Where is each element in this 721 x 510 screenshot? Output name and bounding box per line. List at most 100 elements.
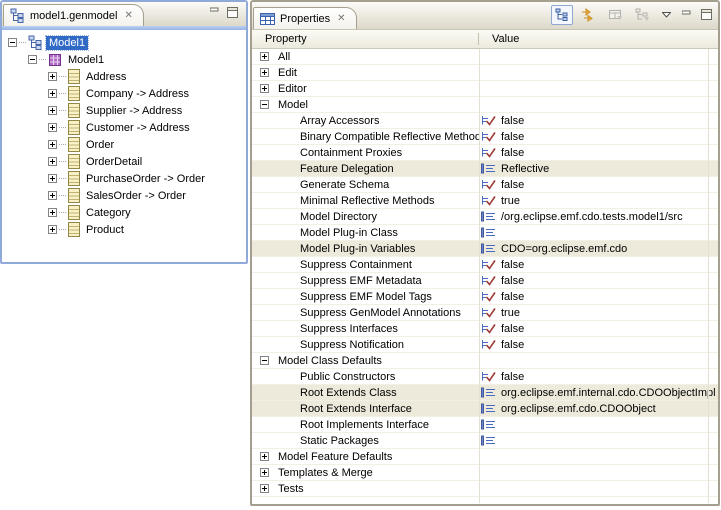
value-cell[interactable] <box>479 419 718 430</box>
property-cell[interactable]: Suppress Interfaces <box>252 323 479 335</box>
table-row[interactable]: Array Accessorsfalse <box>252 113 718 129</box>
value-cell[interactable]: CDO=org.eclipse.emf.cdo <box>479 243 718 255</box>
close-icon[interactable]: ✕ <box>122 10 133 21</box>
view-menu-icon[interactable] <box>659 5 674 25</box>
value-cell[interactable]: false <box>479 339 718 351</box>
maximize-icon[interactable] <box>227 7 238 18</box>
property-cell[interactable]: Root Implements Interface <box>252 419 479 431</box>
property-cell[interactable]: Suppress EMF Metadata <box>252 275 479 287</box>
property-cell[interactable]: Model <box>252 99 479 111</box>
value-cell[interactable] <box>479 227 718 238</box>
table-row[interactable]: Suppress GenModel Annotationstrue <box>252 305 718 321</box>
column-header-value[interactable]: Value <box>479 33 519 45</box>
property-cell[interactable]: Generate Schema <box>252 179 479 191</box>
expand-icon[interactable] <box>48 106 57 115</box>
value-cell[interactable]: false <box>479 131 718 143</box>
property-cell[interactable]: Public Constructors <box>252 371 479 383</box>
property-cell[interactable]: Suppress GenModel Annotations <box>252 307 479 319</box>
property-cell[interactable]: Containment Proxies <box>252 147 479 159</box>
tree-item[interactable]: SalesOrder -> Order <box>2 187 246 204</box>
expand-icon[interactable] <box>260 484 269 493</box>
value-cell[interactable]: true <box>479 307 718 319</box>
property-cell[interactable]: Root Extends Interface <box>252 403 479 415</box>
tree-item[interactable]: Model1 <box>2 34 246 51</box>
minimize-icon[interactable] <box>210 7 220 18</box>
property-cell[interactable]: Model Plug-in Class <box>252 227 479 239</box>
value-cell[interactable]: false <box>479 275 718 287</box>
tree-item[interactable]: Category <box>2 204 246 221</box>
table-row[interactable]: Suppress Containmentfalse <box>252 257 718 273</box>
maximize-icon[interactable] <box>699 5 714 25</box>
expand-icon[interactable] <box>260 468 269 477</box>
value-cell[interactable]: false <box>479 323 718 335</box>
value-cell[interactable]: true <box>479 195 718 207</box>
value-cell[interactable]: Reflective <box>479 163 718 175</box>
column-header-property[interactable]: Property <box>252 33 479 45</box>
expand-icon[interactable] <box>48 191 57 200</box>
show-categories-icon[interactable] <box>632 5 654 25</box>
tree-item[interactable]: Company -> Address <box>2 85 246 102</box>
value-cell[interactable]: false <box>479 371 718 383</box>
property-cell[interactable]: Model Plug-in Variables <box>252 243 479 255</box>
value-cell[interactable]: false <box>479 115 718 127</box>
value-cell[interactable]: false <box>479 147 718 159</box>
close-icon[interactable]: ✕ <box>335 13 346 24</box>
expand-icon[interactable] <box>260 68 269 77</box>
table-row[interactable]: Binary Compatible Reflective Methodsfals… <box>252 129 718 145</box>
table-row[interactable]: Root Extends Interfaceorg.eclipse.emf.cd… <box>252 401 718 417</box>
property-cell[interactable]: Suppress Notification <box>252 339 479 351</box>
column-divider[interactable] <box>479 49 480 503</box>
property-cell[interactable]: Root Extends Class <box>252 387 479 399</box>
table-row[interactable]: Feature DelegationReflective <box>252 161 718 177</box>
expand-icon[interactable] <box>48 72 57 81</box>
property-cell[interactable]: Array Accessors <box>252 115 479 127</box>
property-cell[interactable]: Editor <box>252 83 479 95</box>
tree-item[interactable]: OrderDetail <box>2 153 246 170</box>
tree-item[interactable]: PurchaseOrder -> Order <box>2 170 246 187</box>
property-cell[interactable]: Edit <box>252 67 479 79</box>
property-cell[interactable]: Tests <box>252 483 479 495</box>
value-cell[interactable] <box>479 435 718 446</box>
expand-icon[interactable] <box>48 140 57 149</box>
table-row[interactable]: Tests <box>252 481 718 497</box>
tree-item[interactable]: Supplier -> Address <box>2 102 246 119</box>
table-row[interactable]: Root Implements Interface <box>252 417 718 433</box>
property-cell[interactable]: Model Feature Defaults <box>252 451 479 463</box>
restore-default-value-icon[interactable] <box>605 5 627 25</box>
table-row[interactable]: Model <box>252 97 718 113</box>
value-cell[interactable]: false <box>479 179 718 191</box>
expand-icon[interactable] <box>48 123 57 132</box>
table-row[interactable]: Generate Schemafalse <box>252 177 718 193</box>
tree-item[interactable]: Order <box>2 136 246 153</box>
collapse-icon[interactable] <box>28 55 37 64</box>
properties-tab[interactable]: Properties ✕ <box>253 7 357 29</box>
value-cell[interactable]: /org.eclipse.emf.cdo.tests.model1/src <box>479 211 718 223</box>
property-cell[interactable]: Templates & Merge <box>252 467 479 479</box>
show-advanced-properties-icon[interactable] <box>578 5 600 25</box>
collapse-icon[interactable] <box>260 356 269 365</box>
property-cell[interactable]: Suppress EMF Model Tags <box>252 291 479 303</box>
expand-icon[interactable] <box>260 452 269 461</box>
table-row[interactable]: Edit <box>252 65 718 81</box>
collapse-icon[interactable] <box>260 100 269 109</box>
value-cell[interactable]: false <box>479 291 718 303</box>
table-row[interactable]: Templates & Merge <box>252 465 718 481</box>
expand-icon[interactable] <box>48 157 57 166</box>
table-row[interactable]: Model Class Defaults <box>252 353 718 369</box>
expand-icon[interactable] <box>48 208 57 217</box>
tree-item[interactable]: Model1 <box>2 51 246 68</box>
table-row[interactable]: Root Extends Classorg.eclipse.emf.intern… <box>252 385 718 401</box>
table-row[interactable]: Suppress EMF Model Tagsfalse <box>252 289 718 305</box>
expand-icon[interactable] <box>260 84 269 93</box>
tree-item[interactable]: Product <box>2 221 246 238</box>
editor-tab[interactable]: model1.genmodel ✕ <box>3 4 144 26</box>
expand-icon[interactable] <box>260 52 269 61</box>
value-cell[interactable]: false <box>479 259 718 271</box>
property-cell[interactable]: Model Directory <box>252 211 479 223</box>
table-row[interactable]: Suppress Interfacesfalse <box>252 321 718 337</box>
table-row[interactable]: Minimal Reflective Methodstrue <box>252 193 718 209</box>
tree-item[interactable]: Customer -> Address <box>2 119 246 136</box>
property-cell[interactable]: Suppress Containment <box>252 259 479 271</box>
expand-icon[interactable] <box>48 225 57 234</box>
table-row[interactable]: Suppress EMF Metadatafalse <box>252 273 718 289</box>
